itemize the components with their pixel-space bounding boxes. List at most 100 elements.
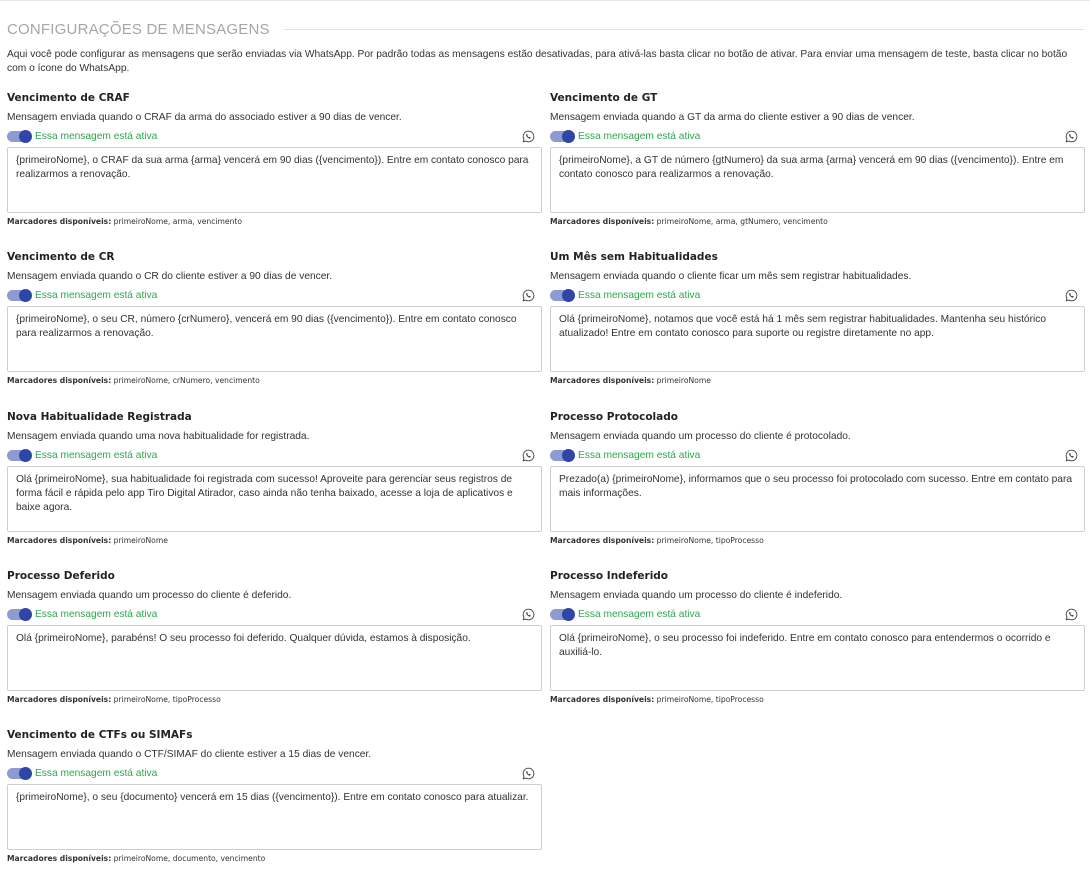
active-toggle[interactable] bbox=[7, 289, 32, 302]
message-textarea[interactable]: {primeiroNome}, o seu {documento} vencer… bbox=[7, 784, 542, 850]
card-description: Mensagem enviada quando a GT da arma do … bbox=[550, 112, 915, 123]
toggle-knob bbox=[562, 289, 575, 302]
card-description: Mensagem enviada quando o CRAF da arma d… bbox=[7, 112, 402, 123]
active-toggle[interactable] bbox=[7, 767, 32, 780]
status-text: Essa mensagem está ativa bbox=[35, 290, 158, 301]
message-textarea[interactable]: {primeiroNome}, a GT de número {gtNumero… bbox=[550, 147, 1085, 213]
message-card: Processo Protocolado Mensagem enviada qu… bbox=[550, 411, 1085, 561]
toggle-knob bbox=[19, 130, 32, 143]
intro-text: Aqui você pode configurar as mensagens q… bbox=[7, 49, 1068, 74]
whatsapp-icon[interactable] bbox=[522, 608, 535, 621]
card-description: Mensagem enviada quando o CTF/SIMAF do c… bbox=[7, 749, 372, 760]
message-textarea[interactable]: {primeiroNome}, o CRAF da sua arma {arma… bbox=[7, 147, 542, 213]
message-card: Processo Indeferido Mensagem enviada qua… bbox=[550, 570, 1085, 720]
card-title: Processo Deferido bbox=[7, 570, 115, 582]
message-card: Vencimento de CR Mensagem enviada quando… bbox=[7, 251, 542, 401]
whatsapp-icon[interactable] bbox=[522, 289, 535, 302]
markers-values: primeiroNome, tipoProcesso bbox=[113, 695, 221, 704]
markers-values: primeiroNome, documento, vencimento bbox=[113, 854, 266, 863]
title-divider bbox=[283, 28, 1084, 30]
markers-line: Marcadores disponíveis: primeiroNome, cr… bbox=[7, 376, 260, 385]
markers-label: Marcadores disponíveis: bbox=[550, 695, 655, 704]
card-description: Mensagem enviada quando um processo do c… bbox=[7, 590, 292, 601]
markers-line: Marcadores disponíveis: primeiroNome, ti… bbox=[7, 695, 221, 704]
card-title: Nova Habitualidade Registrada bbox=[7, 411, 192, 423]
message-textarea[interactable]: Olá {primeiroNome}, parabéns! O seu proc… bbox=[7, 625, 542, 691]
card-description: Mensagem enviada quando um processo do c… bbox=[550, 590, 843, 601]
toggle-knob bbox=[19, 289, 32, 302]
whatsapp-icon[interactable] bbox=[1065, 608, 1078, 621]
message-card: Nova Habitualidade Registrada Mensagem e… bbox=[7, 411, 542, 561]
toggle-row: Essa mensagem está ativa bbox=[550, 608, 1085, 622]
markers-line: Marcadores disponíveis: primeiroNome, ti… bbox=[550, 695, 764, 704]
card-title: Vencimento de CR bbox=[7, 251, 115, 263]
markers-values: primeiroNome bbox=[113, 536, 168, 545]
markers-line: Marcadores disponíveis: primeiroNome, ar… bbox=[7, 217, 242, 226]
top-divider bbox=[0, 0, 1090, 1]
card-description: Mensagem enviada quando o cliente ficar … bbox=[550, 271, 912, 282]
card-title: Processo Protocolado bbox=[550, 411, 678, 423]
markers-label: Marcadores disponíveis: bbox=[550, 376, 655, 385]
markers-line: Marcadores disponíveis: primeiroNome bbox=[7, 536, 168, 545]
message-textarea[interactable]: Olá {primeiroNome}, notamos que você est… bbox=[550, 306, 1085, 372]
status-text: Essa mensagem está ativa bbox=[578, 290, 701, 301]
active-toggle[interactable] bbox=[550, 289, 575, 302]
markers-values: primeiroNome, tipoProcesso bbox=[656, 695, 764, 704]
message-textarea[interactable]: Olá {primeiroNome}, sua habitualidade fo… bbox=[7, 466, 542, 532]
message-card: Processo Deferido Mensagem enviada quand… bbox=[7, 570, 542, 720]
markers-label: Marcadores disponíveis: bbox=[7, 376, 112, 385]
message-card: Um Mês sem Habitualidades Mensagem envia… bbox=[550, 251, 1085, 401]
page-title: CONFIGURAÇÕES DE MENSAGENS bbox=[7, 20, 270, 38]
card-title: Vencimento de CRAF bbox=[7, 92, 130, 104]
active-toggle[interactable] bbox=[550, 449, 575, 462]
markers-label: Marcadores disponíveis: bbox=[7, 854, 112, 863]
status-text: Essa mensagem está ativa bbox=[35, 609, 158, 620]
markers-values: primeiroNome bbox=[656, 376, 711, 385]
markers-values: primeiroNome, crNumero, vencimento bbox=[113, 376, 260, 385]
markers-line: Marcadores disponíveis: primeiroNome bbox=[550, 376, 711, 385]
markers-label: Marcadores disponíveis: bbox=[7, 217, 112, 226]
whatsapp-icon[interactable] bbox=[1065, 130, 1078, 143]
active-toggle[interactable] bbox=[550, 608, 575, 621]
active-toggle[interactable] bbox=[7, 130, 32, 143]
toggle-row: Essa mensagem está ativa bbox=[7, 449, 542, 463]
status-text: Essa mensagem está ativa bbox=[578, 450, 701, 461]
active-toggle[interactable] bbox=[7, 608, 32, 621]
message-textarea[interactable]: {primeiroNome}, o seu CR, número {crNume… bbox=[7, 306, 542, 372]
toggle-row: Essa mensagem está ativa bbox=[7, 767, 542, 781]
card-title: Vencimento de CTFs ou SIMAFs bbox=[7, 729, 193, 741]
toggle-knob bbox=[19, 767, 32, 780]
card-description: Mensagem enviada quando uma nova habitua… bbox=[7, 431, 310, 442]
markers-values: primeiroNome, tipoProcesso bbox=[656, 536, 764, 545]
page-header: CONFIGURAÇÕES DE MENSAGENS bbox=[7, 20, 1084, 38]
status-text: Essa mensagem está ativa bbox=[35, 450, 158, 461]
active-toggle[interactable] bbox=[550, 130, 575, 143]
markers-label: Marcadores disponíveis: bbox=[550, 217, 655, 226]
whatsapp-icon[interactable] bbox=[522, 449, 535, 462]
markers-values: primeiroNome, arma, gtNumero, vencimento bbox=[656, 217, 828, 226]
whatsapp-icon[interactable] bbox=[522, 767, 535, 780]
toggle-knob bbox=[562, 608, 575, 621]
status-text: Essa mensagem está ativa bbox=[35, 768, 158, 779]
message-card: Vencimento de CTFs ou SIMAFs Mensagem en… bbox=[7, 729, 542, 875]
toggle-row: Essa mensagem está ativa bbox=[7, 608, 542, 622]
whatsapp-icon[interactable] bbox=[1065, 289, 1078, 302]
message-textarea[interactable]: Olá {primeiroNome}, o seu processo foi i… bbox=[550, 625, 1085, 691]
markers-line: Marcadores disponíveis: primeiroNome, ar… bbox=[550, 217, 828, 226]
markers-line: Marcadores disponíveis: primeiroNome, do… bbox=[7, 854, 265, 863]
markers-label: Marcadores disponíveis: bbox=[550, 536, 655, 545]
card-title: Processo Indeferido bbox=[550, 570, 669, 582]
whatsapp-icon[interactable] bbox=[522, 130, 535, 143]
toggle-knob bbox=[19, 608, 32, 621]
markers-values: primeiroNome, arma, vencimento bbox=[113, 217, 243, 226]
toggle-knob bbox=[562, 449, 575, 462]
toggle-row: Essa mensagem está ativa bbox=[7, 130, 542, 144]
toggle-row: Essa mensagem está ativa bbox=[550, 449, 1085, 463]
card-description: Mensagem enviada quando um processo do c… bbox=[550, 431, 851, 442]
whatsapp-icon[interactable] bbox=[1065, 449, 1078, 462]
status-text: Essa mensagem está ativa bbox=[578, 609, 701, 620]
toggle-row: Essa mensagem está ativa bbox=[7, 289, 542, 303]
markers-label: Marcadores disponíveis: bbox=[7, 695, 112, 704]
active-toggle[interactable] bbox=[7, 449, 32, 462]
message-textarea[interactable]: Prezado(a) {primeiroNome}, informamos qu… bbox=[550, 466, 1085, 532]
